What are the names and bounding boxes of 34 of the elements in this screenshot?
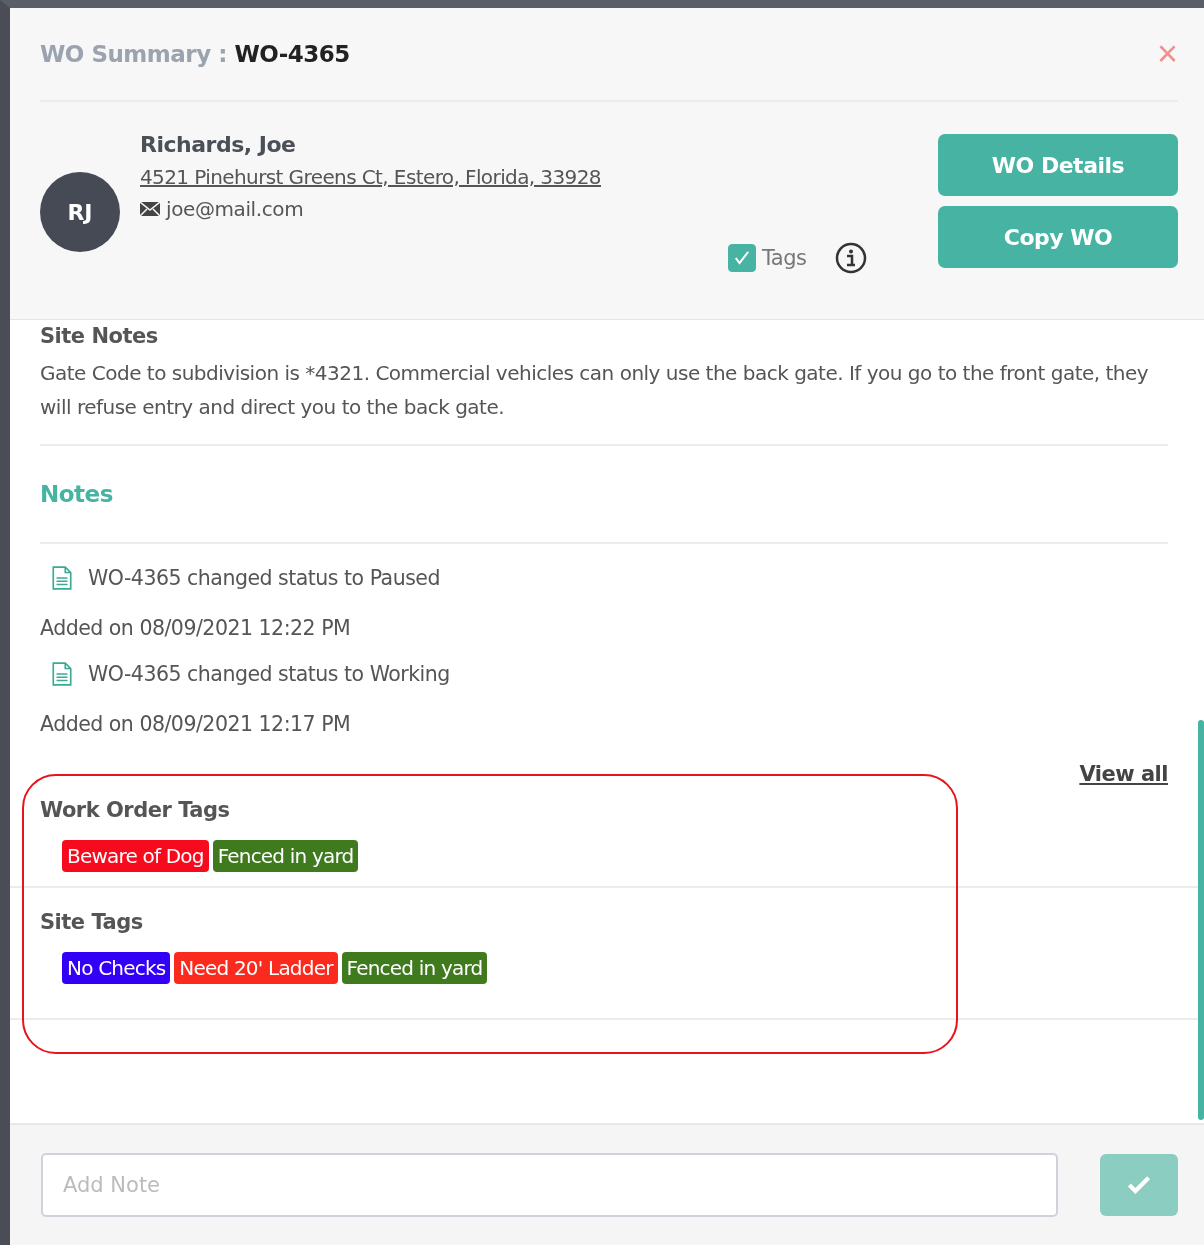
tags-label: Tags bbox=[762, 246, 807, 270]
tags-heading: Work Order Tags bbox=[40, 798, 231, 822]
document-icon bbox=[52, 566, 72, 590]
submit-button[interactable] bbox=[1100, 1154, 1178, 1216]
note-text: WO-4365 changed status to Working bbox=[88, 662, 450, 686]
mail-icon bbox=[140, 202, 160, 216]
avatar: RJ bbox=[40, 172, 120, 252]
dialog-title: WO Summary : WO-4365 bbox=[40, 41, 350, 67]
tag: Need 20' Ladder bbox=[174, 952, 338, 984]
info-icon[interactable] bbox=[834, 242, 867, 274]
tags-checkbox[interactable] bbox=[728, 244, 756, 272]
site-notes-text: Gate Code to subdivision is *4321. Commercial vehicles can only use the back gate. If you go to the front gate, they will refuse entry and direct you to the back gate. bbox=[40, 360, 1150, 421]
section-heading: Site Notes bbox=[40, 324, 159, 348]
customer-name: Richards, Joe bbox=[140, 132, 297, 157]
note-text: WO-4365 changed status to Paused bbox=[88, 566, 440, 590]
check-icon bbox=[1127, 1175, 1151, 1195]
document-icon bbox=[52, 662, 72, 686]
copy-button[interactable]: Copy WO bbox=[938, 206, 1178, 268]
scrollbar[interactable] bbox=[1198, 720, 1204, 1120]
tags-heading: Site Tags bbox=[40, 910, 144, 934]
tag: Beware of Dog bbox=[62, 840, 209, 872]
tag: Fenced in yard bbox=[212, 840, 359, 872]
details-button[interactable]: WO Details bbox=[938, 134, 1178, 196]
add-note-field[interactable]: Add Note bbox=[41, 1153, 1058, 1217]
tag: Fenced in yard bbox=[341, 952, 488, 984]
notes-heading: Notes bbox=[40, 480, 114, 509]
tag: No Checks bbox=[62, 952, 171, 984]
view-all-link[interactable]: View all bbox=[1079, 762, 1168, 786]
customer-email: joe@mail.com bbox=[166, 197, 304, 221]
address-link[interactable]: 4521 Pinehurst Greens Ct, Estero, Florida, 33928 bbox=[140, 165, 700, 189]
note-date: Added on 08/09/2021 12:22 PM bbox=[40, 616, 352, 640]
note-date: Added on 08/09/2021 12:17 PM bbox=[40, 712, 352, 736]
close-button[interactable]: × bbox=[1156, 36, 1178, 72]
check-icon bbox=[732, 248, 752, 268]
